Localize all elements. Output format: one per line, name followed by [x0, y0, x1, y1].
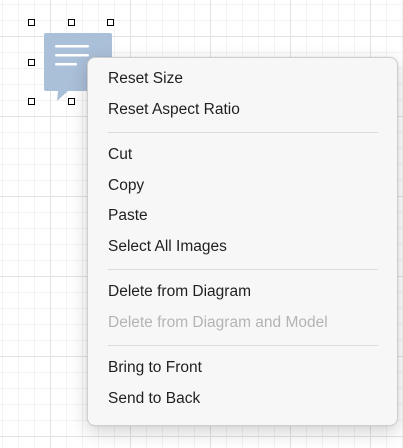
menu-item-paste[interactable]: Paste	[88, 201, 397, 232]
menu-separator	[108, 269, 378, 270]
bubble-line-3	[55, 63, 77, 66]
menu-separator	[108, 132, 378, 133]
resize-handle-bottom-left[interactable]	[28, 98, 35, 105]
menu-item-delete-from-diagram-and-model: Delete from Diagram and Model	[108, 313, 328, 331]
resize-handle-top-right[interactable]	[107, 19, 114, 26]
menu-item-select-all-images[interactable]: Select All Images	[88, 232, 397, 263]
menu-item-delete-from-diagram[interactable]: Delete from Diagram	[88, 277, 397, 308]
context-menu: Reset Size Reset Aspect Ratio Cut Copy P…	[87, 57, 398, 426]
resize-handle-top-left[interactable]	[28, 19, 35, 26]
resize-handle-middle-left[interactable]	[28, 59, 35, 66]
menu-separator	[108, 345, 378, 346]
bubble-line-1	[55, 45, 89, 48]
resize-handle-bottom-center[interactable]	[68, 98, 75, 105]
menu-item-send-to-back[interactable]: Send to Back	[88, 384, 397, 415]
menu-item-bring-to-front[interactable]: Bring to Front	[88, 353, 397, 384]
menu-item-copy[interactable]: Copy	[88, 171, 397, 202]
menu-item-reset-aspect-ratio[interactable]: Reset Aspect Ratio	[88, 95, 397, 126]
bubble-line-2	[55, 54, 89, 57]
resize-handle-top-center[interactable]	[68, 19, 75, 26]
menu-item-cut[interactable]: Cut	[88, 140, 397, 171]
menu-item-reset-size[interactable]: Reset Size	[88, 64, 397, 95]
